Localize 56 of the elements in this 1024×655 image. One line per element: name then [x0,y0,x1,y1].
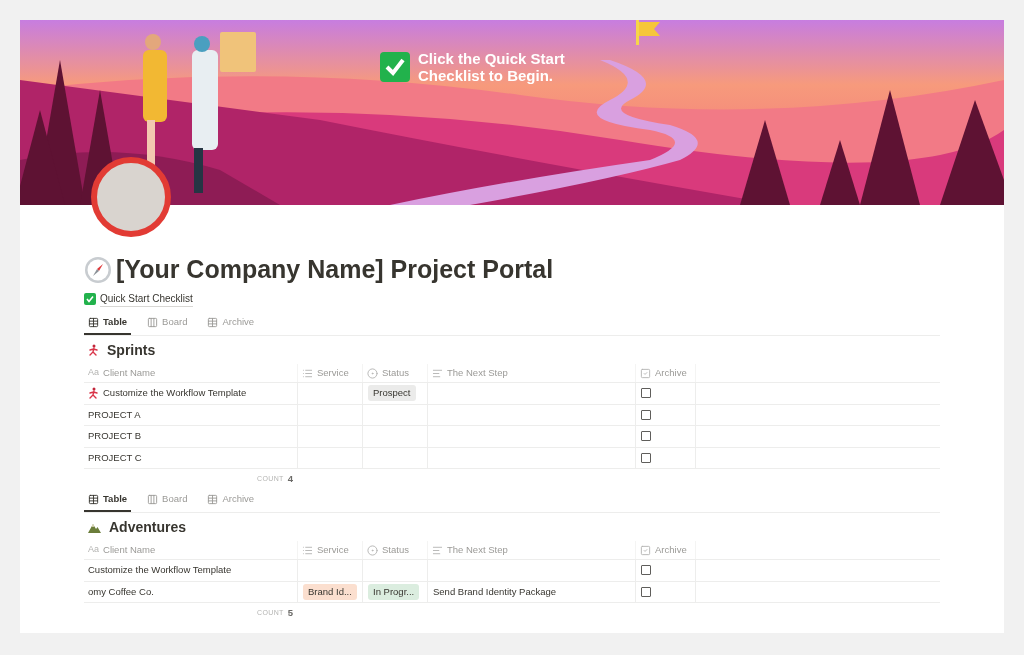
archive-checkbox[interactable] [641,586,651,597]
runner-icon [88,387,99,400]
column-header: Status [382,542,409,557]
runner-icon [88,344,99,356]
column-header: The Next Step [447,542,508,557]
lines-icon [432,544,443,556]
table-icon [88,494,99,505]
table-icon [88,317,99,328]
column-header: Service [317,365,349,380]
count-value: 5 [287,605,293,620]
archive-checkbox[interactable] [641,452,651,463]
compass-icon [84,256,112,284]
status-tag: In Progr... [368,583,420,600]
text-type-icon: Aa [88,366,99,380]
checkbox-icon [640,367,651,379]
check-mark-icon [84,293,96,305]
status-tag: Prospect [368,385,416,402]
archive-checkbox[interactable] [641,388,651,399]
column-header: Client Name [103,542,156,557]
column-header: Service [317,542,349,557]
column-header: The Next Step [447,365,508,380]
page-title: [Your Company Name] Project Portal [116,254,554,286]
text-type-icon: Aa [88,543,99,557]
client-name-cell[interactable]: omy Coffee Co. [88,584,154,599]
column-header: Client Name [103,365,156,380]
circle-dot-icon [367,544,378,556]
archive-checkbox[interactable] [641,565,651,576]
checkbox-icon [640,544,651,556]
lines-icon [432,367,443,379]
view-tab[interactable]: Table [84,312,132,335]
circle-dot-icon [367,367,378,379]
section-heading: Sprints [107,340,156,360]
column-header: Archive [655,365,687,380]
next-step-cell: Send Brand Identity Package [433,584,557,599]
columns-icon [147,317,159,328]
table-icon [207,317,219,328]
client-name-cell[interactable]: PROJECT B [88,429,142,444]
column-header: Status [382,365,409,380]
archive-checkbox[interactable] [641,409,651,420]
client-name-cell[interactable]: PROJECT C [88,450,142,465]
count-value: 4 [287,471,293,486]
view-tab[interactable]: Table [84,489,132,512]
client-name-cell[interactable]: Customize the Workflow Template [103,386,247,401]
client-name-cell[interactable]: Customize the Workflow Template [88,563,232,578]
list-icon [302,544,313,556]
banner-caption: Click the Quick Start Checklist to Begin. [418,50,566,84]
section-heading: Adventures [109,517,187,537]
check-mark-icon [380,52,410,82]
service-tag: Brand Id... [303,583,357,600]
checklist-link[interactable]: Quick Start Checklist [100,291,193,307]
column-header: Archive [655,542,687,557]
table-icon [207,494,219,505]
columns-icon [147,494,159,505]
list-icon [302,367,313,379]
archive-checkbox[interactable] [641,431,651,442]
client-name-cell[interactable]: PROJECT A [88,407,141,422]
